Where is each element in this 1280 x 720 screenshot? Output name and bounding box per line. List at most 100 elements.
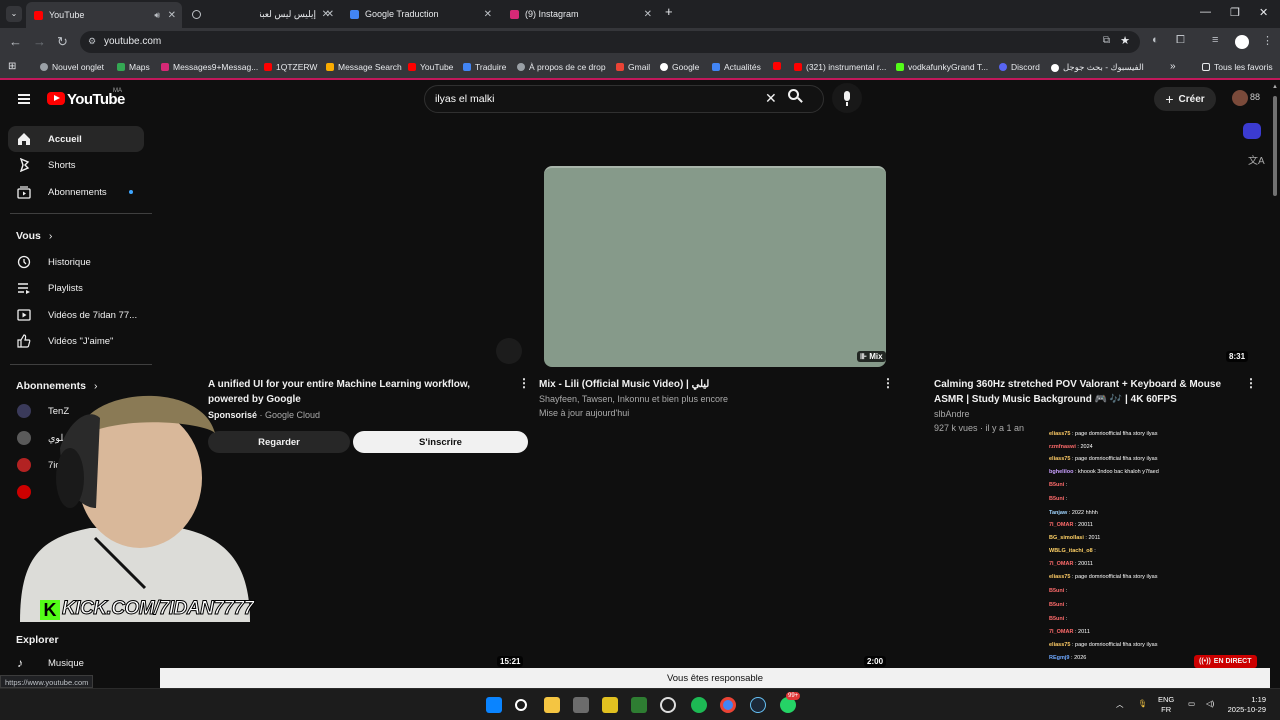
bookmark-item[interactable]: Messages9+Messag...	[161, 62, 258, 72]
clear-search-icon[interactable]: ✕	[765, 90, 777, 107]
close-tab-icon[interactable]: ✕	[644, 9, 652, 20]
bookmark-item[interactable]: YouTube	[408, 62, 453, 72]
more-options-icon[interactable]: ⋮	[1245, 376, 1257, 390]
tab-title: (9) Instagram	[525, 9, 579, 19]
video-thumbnail[interactable]	[544, 166, 886, 367]
sidebar-item-music[interactable]: ♪ Musique	[8, 650, 144, 676]
sidebar-item-liked-videos[interactable]: Vidéos "J'aime"	[8, 328, 144, 354]
bookmark-item[interactable]: vodkafunkyGrand T...	[896, 62, 988, 72]
chat-username: bgheliloo	[1049, 469, 1074, 475]
bookmark-item[interactable]: Maps	[117, 62, 150, 72]
sidebar-item-subscriptions[interactable]: Abonnements	[8, 179, 144, 205]
bookmark-item[interactable]: Message Search	[326, 62, 402, 72]
language-indicator[interactable]: ENG FR	[1158, 695, 1174, 715]
chat-text: page domrioofficial fiha story ilyas	[1075, 431, 1158, 437]
sidebar-item-history[interactable]: Historique	[8, 249, 144, 275]
store-icon[interactable]	[573, 697, 589, 713]
scroll-up-icon[interactable]: ▲	[1272, 84, 1278, 90]
chrome-icon[interactable]	[720, 697, 736, 713]
more-options-icon[interactable]: ⋮	[882, 376, 894, 390]
channel-name[interactable]: slbAndre	[934, 407, 970, 422]
bookmark-item[interactable]: Actualités	[712, 62, 761, 72]
install-app-icon[interactable]: ⧉	[1103, 35, 1110, 46]
sidebar-item-home[interactable]: Accueil	[8, 126, 144, 152]
all-bookmarks[interactable]: Tous les favoris	[1202, 62, 1273, 72]
extensions-puzzle-icon[interactable]: ⧠	[1176, 34, 1185, 47]
profile-avatar[interactable]	[1235, 35, 1249, 49]
obs-icon[interactable]	[660, 697, 676, 713]
tab-title: Google Traduction	[365, 9, 439, 19]
bookmark-item[interactable]: Gmail	[616, 62, 650, 72]
bookmark-item[interactable]: 1QTZERW	[264, 62, 317, 72]
close-tab-icon[interactable]: ✕	[484, 9, 492, 20]
menu-dots-icon[interactable]: ⋮	[1262, 34, 1273, 47]
more-bookmarks-icon[interactable]: »	[1170, 61, 1176, 72]
page-scrollbar[interactable]: ▲	[1270, 82, 1280, 688]
volume-icon[interactable]: ◁)	[1206, 699, 1214, 709]
video-title[interactable]: Mix - Lili (Official Music Video) | ليلي	[539, 377, 869, 392]
bookmark-item[interactable]: À propos de ce drop	[517, 62, 606, 72]
spotify-icon[interactable]	[691, 697, 707, 713]
reading-list-icon[interactable]: ≡	[1212, 34, 1218, 46]
address-bar[interactable]: ⚙ youtube.com ⧉ ★	[80, 31, 1140, 53]
bookmark-item[interactable]: الفيسبوك - بحث جوجل	[1051, 62, 1144, 73]
voice-search-button[interactable]	[832, 83, 862, 113]
you-section-header[interactable]: Vous ›	[16, 230, 52, 242]
forward-icon[interactable]: →	[33, 34, 46, 49]
sidebar-item-your-videos[interactable]: Vidéos de 7idan 77...	[8, 302, 144, 328]
video-title[interactable]: Calming 360Hz stretched POV Valorant + K…	[934, 377, 1234, 407]
search-input[interactable]: ilyas el malki ✕	[424, 85, 824, 113]
tab-instagram[interactable]: (9) Instagram ✕	[502, 3, 658, 25]
translate-icon[interactable]: 文A	[1248, 152, 1265, 167]
sidebar-item-shorts[interactable]: Shorts	[8, 152, 144, 178]
channel-name[interactable]: Shayfeen, Tawsen, Inkonnu et bien plus e…	[539, 392, 728, 407]
bookmark-item[interactable]: Google	[660, 62, 699, 72]
create-button[interactable]: + Créer	[1154, 87, 1216, 111]
chat-username: 7I_OMAR	[1049, 561, 1074, 567]
bookmark-item[interactable]: Nouvel onglet	[40, 62, 104, 72]
close-window-icon[interactable]: ✕	[1259, 6, 1268, 19]
more-options-icon[interactable]: ⋮	[518, 376, 530, 390]
windows-start-icon[interactable]	[486, 697, 502, 713]
extension-icon[interactable]: ◐	[1152, 34, 1159, 46]
search-icon[interactable]	[515, 699, 527, 711]
tab-youtube[interactable]: YouTube 🔊︎ ✕	[26, 2, 182, 28]
tab-arabic[interactable]: إيليس ليس لعبة ✕	[260, 3, 340, 25]
apps-grid-icon[interactable]: ⊞	[8, 61, 16, 72]
back-icon[interactable]: ←	[9, 34, 22, 49]
tab-google-translate[interactable]: Google Traduction ✕	[342, 3, 498, 25]
account-avatar[interactable]	[1232, 90, 1248, 106]
bookmark-item[interactable]: (321) instrumental r...	[794, 62, 886, 72]
bookmark-star-icon[interactable]: ★	[1120, 34, 1130, 47]
sidebar-item-playlists[interactable]: Playlists	[8, 275, 144, 301]
chat-text: khoook 3ndoo bac khaloh y7faed	[1078, 469, 1159, 475]
clock[interactable]: 1:19 2025-10-29	[1226, 695, 1266, 715]
scrollbar-thumb[interactable]	[1273, 96, 1277, 196]
bookmark-item[interactable]	[773, 62, 785, 70]
search-button[interactable]	[788, 89, 803, 103]
steam-icon[interactable]	[750, 697, 766, 713]
tray-chevron-icon[interactable]: ︿	[1116, 700, 1124, 710]
video-title[interactable]: A unified UI for your entire Machine Lea…	[208, 377, 498, 407]
microphone-icon[interactable]: 🎙︎	[1138, 699, 1148, 709]
subscribe-button[interactable]: S'inscrire	[353, 431, 528, 453]
tab-search-button[interactable]: ⌄	[6, 6, 22, 22]
network-icon[interactable]: ▭	[1188, 699, 1195, 709]
media-player-icon[interactable]	[631, 697, 647, 713]
site-info-icon[interactable]: ⚙	[88, 36, 96, 47]
reload-icon[interactable]: ↻	[57, 34, 68, 50]
bookmark-item[interactable]: Traduire	[463, 62, 506, 72]
close-tab-icon[interactable]: ✕	[168, 10, 176, 21]
youtube-logo-icon[interactable]	[47, 92, 65, 105]
assistant-icon[interactable]	[1243, 123, 1261, 139]
new-tab-icon[interactable]: +	[665, 4, 673, 19]
app-stack-icon[interactable]	[602, 697, 618, 713]
notification-icon[interactable]: 88	[1250, 92, 1260, 102]
minimize-icon[interactable]: —	[1200, 6, 1211, 18]
file-explorer-icon[interactable]	[544, 697, 560, 713]
speaker-icon[interactable]: 🔊︎	[154, 10, 160, 21]
close-tab-icon[interactable]: ✕	[326, 9, 334, 20]
menu-hamburger-icon[interactable]	[18, 94, 30, 104]
bookmark-item[interactable]: Discord	[999, 62, 1040, 72]
restore-icon[interactable]: ❐	[1230, 6, 1240, 19]
